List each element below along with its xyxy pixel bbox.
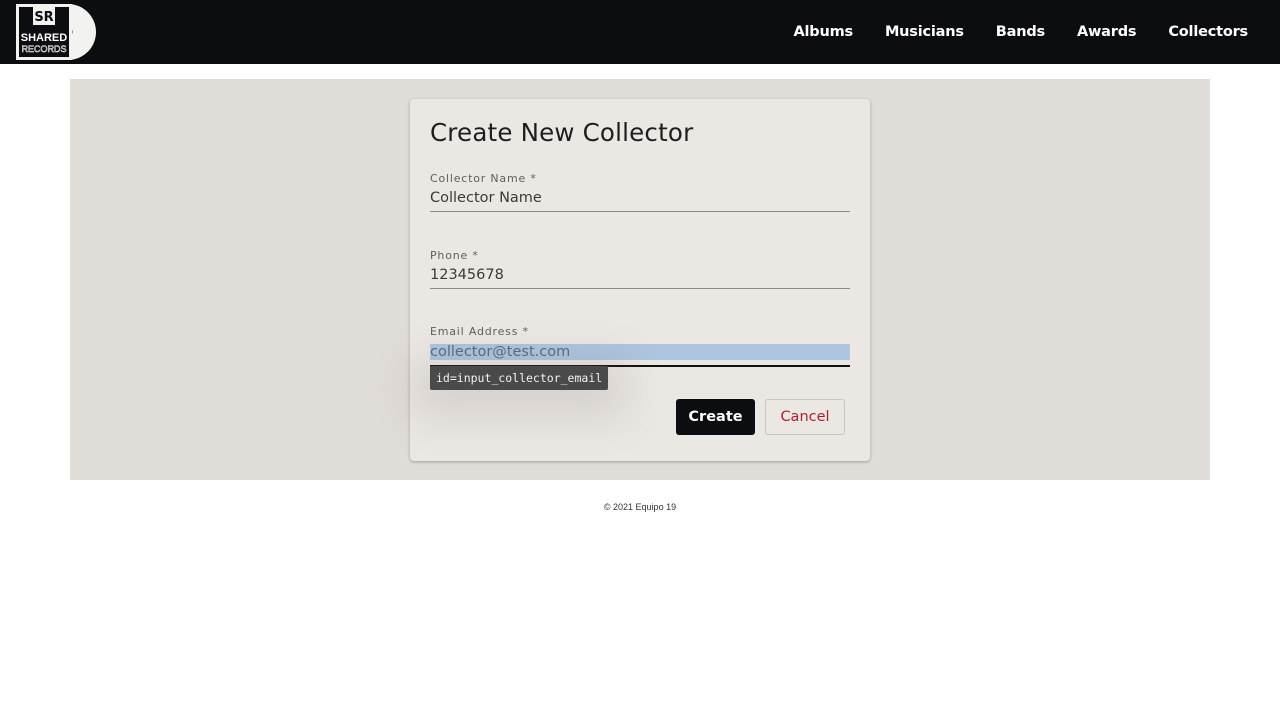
svg-text:SR: SR [34,10,53,25]
nav-musicians[interactable]: Musicians [885,24,964,40]
create-button[interactable]: Create [676,399,755,435]
email-label: Email Address * [430,325,529,338]
phone-underline [430,288,850,289]
phone-label: Phone * [430,249,479,262]
phone-input[interactable] [430,264,850,286]
collector-name-field: Collector Name * [430,172,850,212]
collector-name-underline [430,211,850,212]
top-navbar: SR SHARED RECORDS Albums Musicians Bands… [0,0,1280,64]
main-nav: Albums Musicians Bands Awards Collectors [794,0,1249,64]
phone-field: Phone * [430,249,850,289]
email-input[interactable] [430,344,850,360]
page-title: Create New Collector [430,118,694,147]
nav-collectors[interactable]: Collectors [1168,24,1248,40]
collector-name-label: Collector Name * [430,172,537,185]
collector-name-input[interactable] [430,187,850,209]
nav-albums[interactable]: Albums [794,24,854,40]
nav-awards[interactable]: Awards [1077,24,1137,40]
svg-text:RECORDS: RECORDS [21,44,66,54]
element-id-tooltip: id=input_collector_email [430,366,609,390]
footer: © 2021 Equipo 19 [603,502,677,512]
create-collector-card: Create New Collector Collector Name * Ph… [410,99,870,461]
cancel-button[interactable]: Cancel [765,399,845,435]
email-field: Email Address * [430,325,850,367]
shared-records-logo[interactable]: SR SHARED RECORDS [16,4,100,60]
nav-bands[interactable]: Bands [996,24,1045,40]
svg-text:SHARED: SHARED [21,32,68,44]
